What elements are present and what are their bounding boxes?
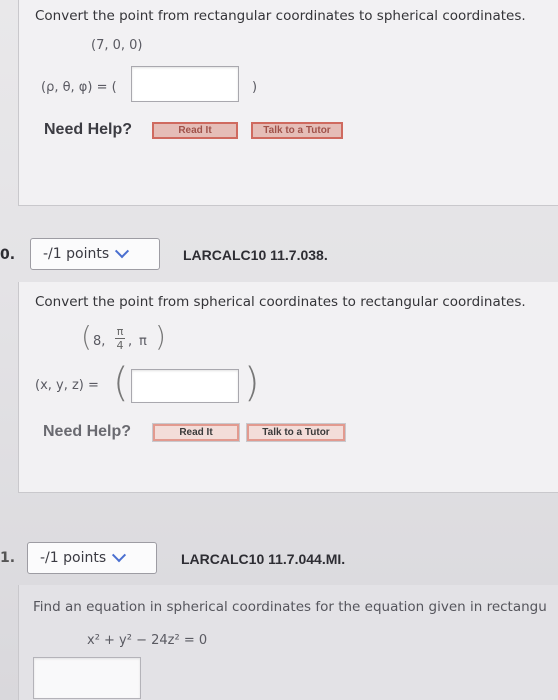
talk-to-tutor-button[interactable]: Talk to a Tutor <box>251 122 343 139</box>
given-point: (7, 0, 0) <box>91 38 143 53</box>
answer-label: (ρ, θ, φ) = ( <box>41 80 117 95</box>
question-9-panel: Convert the point from rectangular coord… <box>18 0 558 206</box>
question-reference: LARCALC10 11.7.044.MI. <box>181 551 346 567</box>
answer-close-paren: ) <box>252 80 258 95</box>
read-it-button[interactable]: Read It <box>152 122 238 139</box>
chevron-down-icon <box>115 244 130 259</box>
read-it-button[interactable]: Read It <box>152 423 240 442</box>
need-help-label: Need Help? <box>43 423 132 440</box>
question-number: 1. <box>0 550 16 566</box>
need-help-label: Need Help? <box>44 121 133 138</box>
question-instruction: Find an equation in spherical coordinate… <box>33 599 547 615</box>
talk-to-tutor-button[interactable]: Talk to a Tutor <box>246 423 346 442</box>
answer-close-paren: ) <box>244 360 260 406</box>
answer-input[interactable] <box>131 66 239 102</box>
answer-label: (x, y, z) = <box>35 378 99 393</box>
answer-input[interactable] <box>131 369 239 403</box>
question-instruction: Convert the point from spherical coordin… <box>35 294 526 310</box>
points-dropdown[interactable]: -/1 points <box>27 542 157 574</box>
fraction-numerator: π <box>116 325 124 338</box>
question-11-panel: Find an equation in spherical coordinate… <box>18 585 558 700</box>
fraction-denominator: 4 <box>116 339 124 352</box>
point-phi: π <box>139 334 147 349</box>
question-number: 0. <box>0 247 16 263</box>
given-point: ( 8, π 4 , π ) <box>81 320 191 360</box>
point-open-paren: ( <box>81 320 92 353</box>
point-theta-fraction: π 4 <box>115 326 125 351</box>
given-equation: x² + y² − 24z² = 0 <box>87 633 208 648</box>
points-dropdown[interactable]: -/1 points <box>30 238 160 270</box>
answer-input[interactable] <box>33 657 141 699</box>
point-comma: , <box>128 334 133 349</box>
question-instruction: Convert the point from rectangular coord… <box>35 8 526 24</box>
point-close-paren: ) <box>155 320 166 353</box>
chevron-down-icon <box>112 548 127 563</box>
question-reference: LARCALC10 11.7.038. <box>183 247 328 263</box>
answer-open-paren: ( <box>113 360 129 406</box>
points-label: -/1 points <box>40 550 107 566</box>
points-label: -/1 points <box>43 246 110 262</box>
point-rho: 8, <box>93 334 106 349</box>
question-10-panel: Convert the point from spherical coordin… <box>18 282 558 493</box>
